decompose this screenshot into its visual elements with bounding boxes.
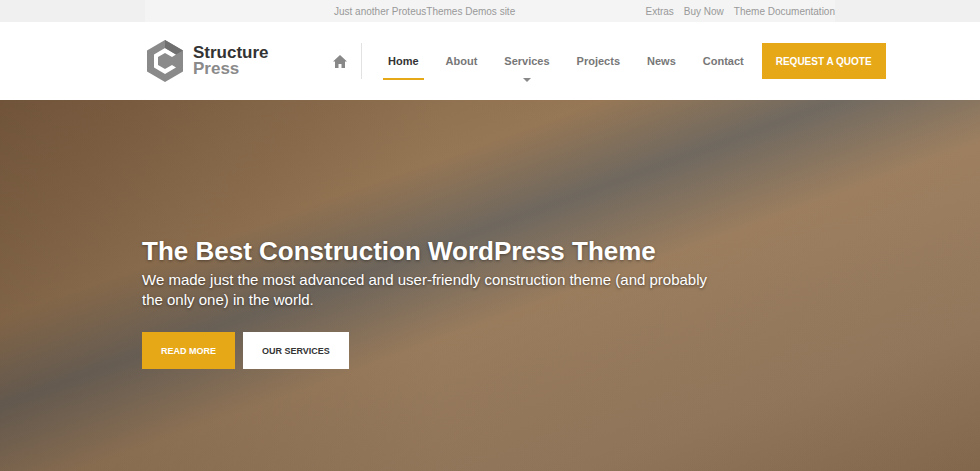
hero-button[interactable]: READ MORE (142, 332, 235, 369)
top-links: Extras Buy Now Theme Documentation (645, 6, 835, 17)
hero-buttons: READ MOREOUR SERVICES (142, 332, 980, 369)
top-link[interactable]: Extras (645, 6, 673, 17)
nav-divider (361, 43, 362, 79)
hero-button[interactable]: OUR SERVICES (243, 332, 349, 369)
submenu-caret-icon (523, 78, 531, 82)
nav-item[interactable]: Home (379, 22, 428, 100)
logo-hexagon-icon (145, 39, 185, 83)
request-quote-button[interactable]: REQUEST A QUOTE (762, 43, 886, 79)
logo-line-1: Structure (193, 45, 269, 61)
nav-item[interactable]: Projects (568, 22, 629, 100)
nav-item[interactable]: About (437, 22, 487, 100)
header: StructurePressHomeAboutServicesProjectsN… (0, 22, 980, 100)
nav-item[interactable]: Contact (694, 22, 753, 100)
top-link[interactable]: Buy Now (684, 6, 724, 17)
page: Just another ProteusThemes Demos site Ext… (0, 0, 980, 471)
hero-title: The Best Construction WordPress Theme (142, 236, 980, 266)
main-nav: HomeAboutServicesProjectsNewsContact (333, 22, 762, 100)
top-bar: Just another ProteusThemes Demos site Ext… (0, 0, 980, 22)
logo[interactable]: StructurePress (145, 39, 330, 83)
nav-item[interactable]: News (638, 22, 685, 100)
home-icon[interactable] (333, 55, 347, 68)
nav-item[interactable]: Services (495, 22, 558, 100)
top-link[interactable]: Theme Documentation (734, 6, 835, 17)
hero-text: We made just the most advanced and user-… (142, 270, 732, 310)
tagline: Just another ProteusThemes Demos site (334, 6, 515, 17)
hero-banner: The Best Construction WordPress Theme We … (0, 100, 980, 471)
logo-line-2: Press (193, 61, 269, 77)
